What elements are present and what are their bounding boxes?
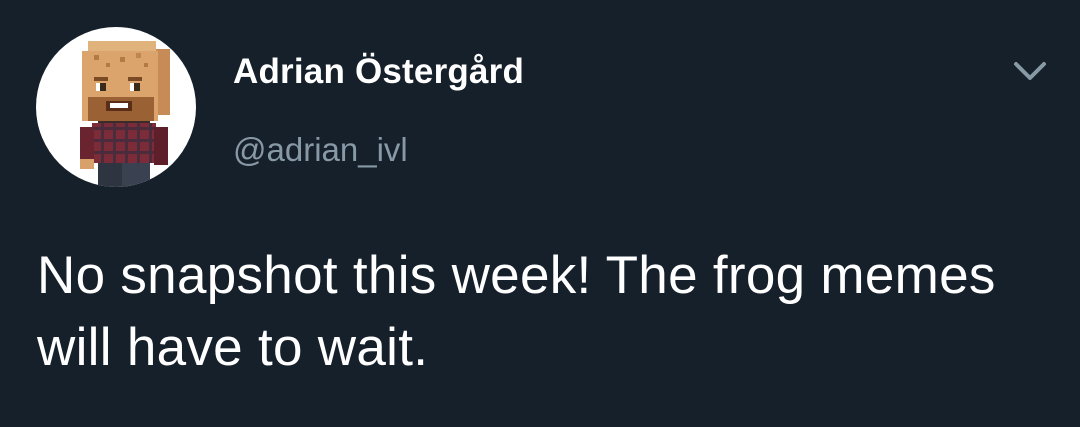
avatar-character-icon: [80, 41, 170, 187]
author-handle[interactable]: @adrian_ivl: [233, 131, 408, 169]
tweet-card: Adrian Östergård @adrian_ivl No snapshot…: [0, 0, 1080, 427]
tweet-text: No snapshot this week! The frog memes wi…: [37, 246, 996, 377]
chevron-down-icon[interactable]: [1008, 54, 1052, 90]
author-display-name[interactable]: Adrian Östergård: [233, 52, 524, 92]
avatar[interactable]: [36, 27, 196, 187]
